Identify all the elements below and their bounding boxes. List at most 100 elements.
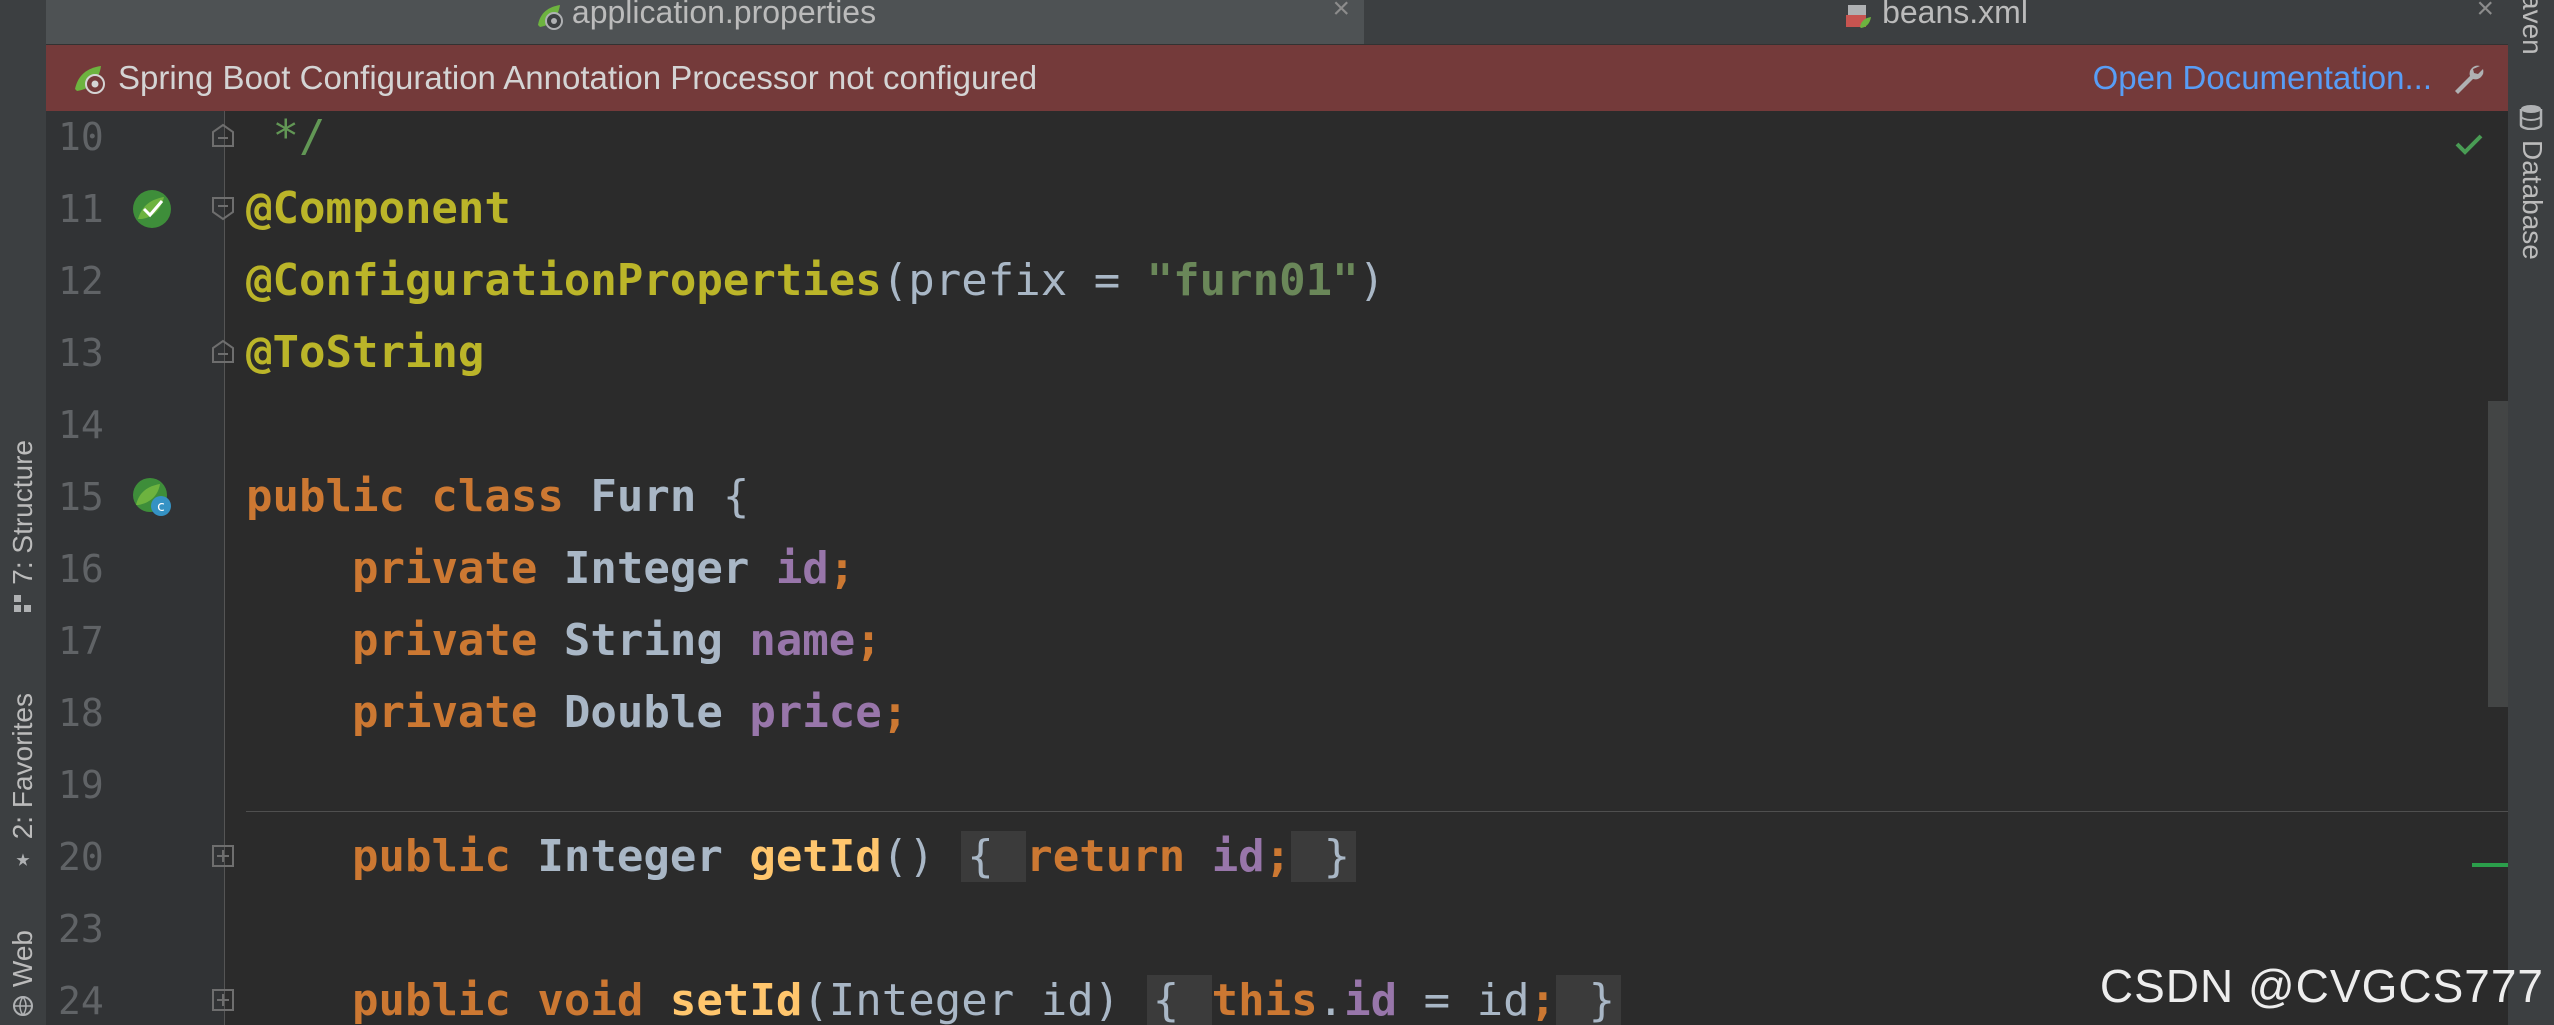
code-text[interactable]: @ConfigurationProperties(prefix = "furn0…	[246, 245, 1385, 317]
globe-icon	[12, 995, 34, 1017]
code-token: private	[351, 687, 564, 738]
web-label: Web	[7, 930, 38, 988]
favorites-tool-button[interactable]: 2: Favorites ★	[4, 693, 42, 872]
svg-text:c: c	[157, 499, 165, 515]
code-token: {	[1146, 975, 1212, 1025]
code-editor[interactable]: 10 */ 11 @Component 12 @ConfigurationPropert…	[46, 111, 2508, 1025]
spring-xml-icon	[1844, 1, 1874, 31]
code-token: id	[1211, 831, 1265, 882]
vertical-scrollbar[interactable]	[2488, 401, 2508, 707]
check-icon	[2452, 127, 2486, 161]
code-line[interactable]: 17 private String name;	[46, 605, 2508, 677]
code-token: @ToString	[246, 327, 485, 378]
web-tool-button[interactable]: Web	[4, 930, 42, 1017]
code-line[interactable]: 12 @ConfigurationProperties(prefix = "fur…	[46, 245, 2508, 317]
code-line[interactable]: 18 private Double price;	[46, 677, 2508, 749]
code-token: @Component	[246, 183, 511, 234]
code-token: Furn	[590, 471, 723, 522]
code-token: private	[351, 543, 564, 594]
right-tool-strip: aven Database	[2507, 0, 2554, 1025]
code-token: public	[351, 831, 538, 882]
code-text[interactable]: public Integer getId() { return id; }	[246, 821, 1357, 893]
code-line[interactable]: 10 */	[46, 101, 2508, 173]
code-line[interactable]: 13 @ToString	[46, 317, 2508, 389]
code-line[interactable]: 15 c public class Furn {	[46, 461, 2508, 533]
banner-message: Spring Boot Configuration Annotation Pro…	[118, 59, 1038, 96]
line-number: 11	[58, 187, 104, 231]
code-text[interactable]: @Component	[246, 173, 511, 245]
code-line[interactable]: 11 @Component	[46, 173, 2508, 245]
tab-beans-xml[interactable]: beans.xml ×	[1364, 0, 2508, 44]
code-text[interactable]: */	[246, 101, 325, 173]
database-icon	[2518, 104, 2544, 134]
code-text[interactable]: public void setId(Integer id) { this.id …	[246, 965, 1622, 1025]
fold-collapse-icon[interactable]	[210, 195, 236, 221]
open-documentation-link[interactable]: Open Documentation...	[2093, 59, 2432, 97]
code-line[interactable]: 23	[46, 893, 2508, 965]
code-token: (prefix =	[881, 255, 1147, 306]
line-number: 16	[58, 547, 104, 591]
structure-tool-button[interactable]: 7: Structure	[4, 440, 42, 615]
code-token: setId	[669, 975, 803, 1025]
structure-icon	[12, 593, 34, 615]
line-number: 19	[58, 763, 104, 807]
code-token: }	[1291, 831, 1357, 882]
line-number: 17	[58, 619, 104, 663]
watermark: CSDN @CVGCS777	[2099, 960, 2544, 1012]
fold-end-icon[interactable]	[210, 123, 236, 149]
code-line[interactable]: 16 private Integer id;	[46, 533, 2508, 605]
change-marker	[2472, 863, 2508, 867]
code-text[interactable]: @ToString	[246, 317, 484, 389]
code-token: */	[246, 111, 326, 162]
tab-application-properties[interactable]: application.properties ×	[46, 0, 1364, 44]
code-text[interactable]: private String name;	[246, 605, 882, 677]
code-token: Integer	[537, 831, 750, 882]
code-token: ;	[828, 543, 856, 594]
spring-bean-check-icon[interactable]	[130, 187, 174, 231]
fold-end-icon[interactable]	[210, 339, 236, 365]
code-token: "furn01"	[1146, 255, 1359, 306]
code-token: {	[722, 471, 750, 522]
code-token: public class	[246, 471, 591, 522]
code-token: = id	[1397, 975, 1530, 1025]
code-text[interactable]: public class Furn {	[246, 461, 749, 533]
code-token: }	[1556, 975, 1622, 1025]
code-line[interactable]: 14	[46, 389, 2508, 461]
editor-tab-bar: application.properties × beans.xml ×	[46, 0, 2508, 45]
code-token: (Integer id)	[802, 975, 1147, 1025]
line-number: 14	[58, 403, 104, 447]
line-number: 24	[58, 979, 104, 1023]
spring-bean-class-icon[interactable]: c	[130, 475, 174, 519]
wrench-icon[interactable]	[2450, 60, 2486, 96]
code-token: String	[563, 615, 750, 666]
close-icon[interactable]: ×	[1332, 0, 1350, 26]
fold-expand-icon[interactable]	[210, 987, 236, 1013]
code-token: Double	[563, 687, 750, 738]
tab-label: beans.xml	[1882, 0, 2028, 30]
code-text[interactable]: private Integer id;	[246, 533, 855, 605]
fold-expand-icon[interactable]	[210, 843, 236, 869]
code-token: id	[775, 543, 829, 594]
database-tool-button[interactable]: Database	[2516, 140, 2548, 260]
maven-tool-button[interactable]: aven	[2516, 0, 2548, 55]
code-token: ;	[881, 687, 909, 738]
ide-window: 7: Structure 2: Favorites ★ Web aven Dat…	[0, 0, 2554, 1025]
line-number: 12	[58, 259, 104, 303]
code-token: {	[961, 831, 1027, 882]
code-token: public void	[351, 975, 670, 1025]
code-token: ;	[855, 615, 882, 666]
code-token: ;	[1529, 975, 1557, 1025]
code-token: getId	[749, 831, 882, 882]
line-number: 10	[58, 115, 104, 159]
line-number: 15	[58, 475, 104, 519]
line-number: 20	[58, 835, 104, 879]
code-line[interactable]: 20 public Integer getId() { return id; }	[46, 821, 2508, 893]
code-text[interactable]: private Double price;	[246, 677, 908, 749]
code-token: id	[1344, 975, 1398, 1025]
code-token: private	[351, 615, 564, 666]
line-number: 13	[58, 331, 104, 375]
close-icon[interactable]: ×	[2476, 0, 2494, 26]
